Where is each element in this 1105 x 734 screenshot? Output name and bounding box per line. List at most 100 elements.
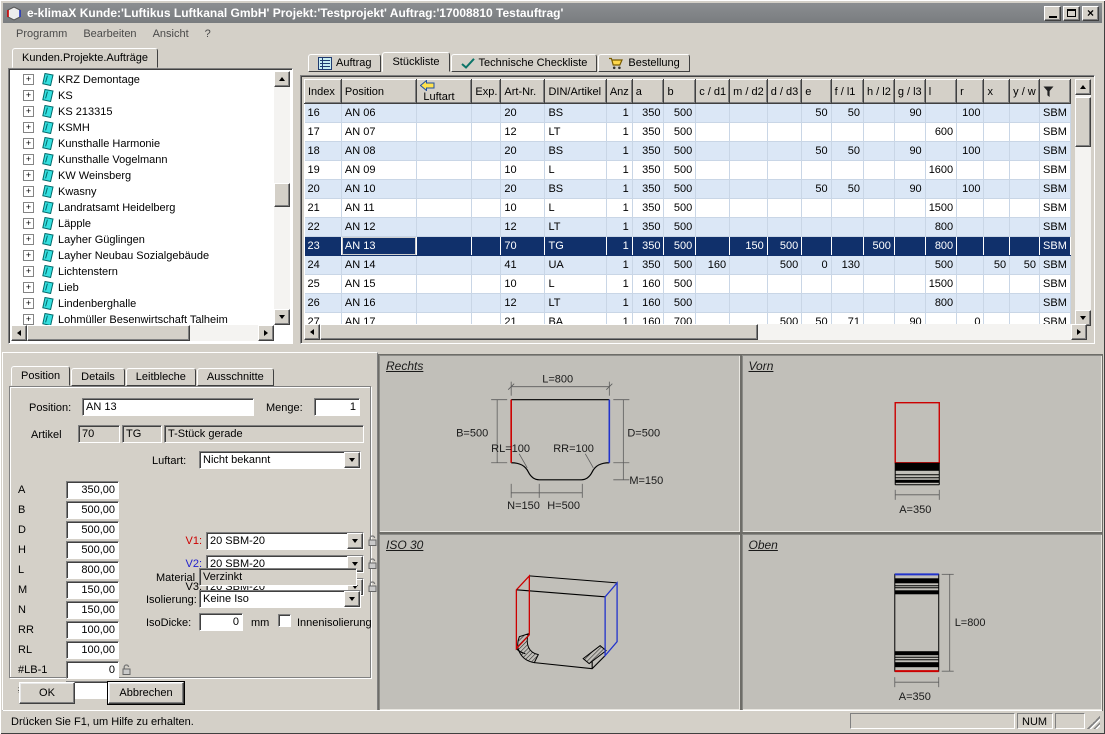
dim-input-l[interactable]: 800,00 xyxy=(66,561,119,579)
column-header-d / d3[interactable]: d / d3 xyxy=(767,80,802,104)
table-row-an-10[interactable]: 20AN 1020BS1350500505090100SBM xyxy=(305,180,1071,199)
resize-grip[interactable] xyxy=(1087,716,1100,729)
column-header-f / l1[interactable]: f / l1 xyxy=(831,80,863,104)
table-row-an-09[interactable]: 19AN 0910L13505001600SBM xyxy=(305,161,1071,180)
tree-item[interactable]: +Kunsthalle Vogelmann xyxy=(11,151,274,167)
expand-plus-icon[interactable]: + xyxy=(23,282,34,293)
tab-stückliste[interactable]: Stückliste xyxy=(382,52,449,72)
column-header-h / l2[interactable]: h / l2 xyxy=(863,80,894,104)
parts-list-table[interactable]: IndexPositionLuftartExp.Art-Nr.DIN/Artik… xyxy=(304,79,1071,326)
expand-plus-icon[interactable]: + xyxy=(23,234,34,245)
column-header-Exp.[interactable]: Exp. xyxy=(472,80,501,104)
table-row-an-07[interactable]: 17AN 0712LT1350500600SBM xyxy=(305,123,1071,142)
tree-item[interactable]: +Layher Güglingen xyxy=(11,231,274,247)
expand-plus-icon[interactable]: + xyxy=(23,74,34,85)
form-tab-leitbleche[interactable]: Leitbleche xyxy=(126,368,196,386)
tree-item[interactable]: +Lieb xyxy=(11,279,274,295)
expand-plus-icon[interactable]: + xyxy=(23,266,34,277)
tab-technische-checkliste[interactable]: Technische Checkliste xyxy=(451,54,598,72)
dim-input-m[interactable]: 150,00 xyxy=(66,581,119,599)
tab-bestellung[interactable]: Bestellung xyxy=(598,54,689,72)
scroll-up-button[interactable] xyxy=(1075,79,1091,95)
tree-item[interactable]: +Landratsamt Heidelberg xyxy=(11,199,274,215)
close-button[interactable]: × xyxy=(1082,6,1099,21)
column-header-x[interactable]: x xyxy=(984,80,1010,104)
menge-input[interactable]: 1 xyxy=(314,398,360,416)
luftart-combobox[interactable]: Nicht bekannt xyxy=(199,451,361,469)
table-row-an-06[interactable]: 16AN 0620BS1350500505090100SBM xyxy=(305,104,1071,123)
scroll-up-button[interactable] xyxy=(274,71,290,87)
tree-horizontal-scrollbar[interactable] xyxy=(11,325,274,341)
column-header-l[interactable]: l xyxy=(925,80,956,104)
chevron-down-icon[interactable] xyxy=(344,591,360,607)
tree-item[interactable]: +Layher Neubau Sozialgebäude xyxy=(11,247,274,263)
tab-kunden-projekte-auftraege[interactable]: Kunden.Projekte.Aufträge xyxy=(12,48,158,68)
expand-plus-icon[interactable]: + xyxy=(23,170,34,181)
isolierung-combobox[interactable]: Keine Iso xyxy=(199,590,361,608)
column-header-c / d1[interactable]: c / d1 xyxy=(696,80,730,104)
column-header-y / w[interactable]: y / w xyxy=(1010,80,1040,104)
column-header-DIN/Artikel[interactable]: DIN/Artikel xyxy=(545,80,606,104)
scrollbar-thumb[interactable] xyxy=(274,183,290,207)
tree-item[interactable]: +Lindenberghalle xyxy=(11,295,274,311)
column-header-Index[interactable]: Index xyxy=(305,80,342,104)
column-header-b[interactable]: b xyxy=(664,80,696,104)
tree-item[interactable]: +KRZ Demontage xyxy=(11,71,274,87)
isodicke-input[interactable]: 0 xyxy=(199,613,243,631)
table-row-an-12[interactable]: 22AN 1212LT1350500800SBM xyxy=(305,218,1071,237)
expand-plus-icon[interactable]: + xyxy=(23,218,34,229)
position-input[interactable]: AN 13 xyxy=(82,398,254,416)
menu-item-programm[interactable]: Programm xyxy=(8,26,75,42)
scroll-left-button[interactable] xyxy=(304,324,320,340)
expand-plus-icon[interactable]: + xyxy=(23,138,34,149)
scrollbar-thumb[interactable] xyxy=(320,324,758,340)
dim-input-n[interactable]: 150,00 xyxy=(66,601,119,619)
expand-plus-icon[interactable]: + xyxy=(23,250,34,261)
v-combobox-v1[interactable]: 20 SBM-20 xyxy=(206,532,364,550)
expand-plus-icon[interactable]: + xyxy=(23,106,34,117)
table-horizontal-scrollbar[interactable] xyxy=(304,324,1087,340)
column-header-Luftart[interactable]: Luftart xyxy=(417,80,472,104)
form-tab-position[interactable]: Position xyxy=(11,366,70,386)
ok-button[interactable]: OK xyxy=(19,682,75,704)
column-header-Position[interactable]: Position xyxy=(341,80,416,104)
column-header-m / d2[interactable]: m / d2 xyxy=(730,80,768,104)
tree-item[interactable]: +Lohmüller Besenwirtschaft Talheim xyxy=(11,311,274,325)
chevron-down-icon[interactable] xyxy=(347,533,363,549)
column-header-a[interactable]: a xyxy=(632,80,664,104)
dim-input-lb-1[interactable]: 0 xyxy=(66,661,119,679)
form-tab-ausschnitte[interactable]: Ausschnitte xyxy=(197,368,274,386)
table-row-an-13[interactable]: 23AN 1370TG1350500150500500800SBM xyxy=(305,237,1071,256)
table-row-an-16[interactable]: 26AN 1612LT1160500800SBM xyxy=(305,294,1071,313)
minimize-button[interactable] xyxy=(1044,6,1061,21)
expand-plus-icon[interactable]: + xyxy=(23,298,34,309)
table-row-an-15[interactable]: 25AN 1510L11605001500SBM xyxy=(305,275,1071,294)
expand-plus-icon[interactable]: + xyxy=(23,202,34,213)
dim-input-rl[interactable]: 100,00 xyxy=(66,641,119,659)
column-header-Anz[interactable]: Anz xyxy=(606,80,632,104)
column-header-filter[interactable] xyxy=(1040,80,1071,104)
expand-plus-icon[interactable]: + xyxy=(23,122,34,133)
table-row-an-08[interactable]: 18AN 0820BS1350500505090100SBM xyxy=(305,142,1071,161)
chevron-down-icon[interactable] xyxy=(344,452,360,468)
form-tab-details[interactable]: Details xyxy=(71,368,125,386)
dim-input-a[interactable]: 350,00 xyxy=(66,481,119,499)
table-row-an-14[interactable]: 24AN 1441UA135050016050001305005050SBM xyxy=(305,256,1071,275)
expand-plus-icon[interactable]: + xyxy=(23,154,34,165)
dim-input-b[interactable]: 500,00 xyxy=(66,501,119,519)
tree-item[interactable]: +Kwasny xyxy=(11,183,274,199)
scrollbar-thumb[interactable] xyxy=(1075,97,1091,147)
scroll-left-button[interactable] xyxy=(11,325,27,341)
menu-item-ansicht[interactable]: Ansicht xyxy=(145,26,197,42)
tree-item[interactable]: +Kunsthalle Harmonie xyxy=(11,135,274,151)
scrollbar-thumb[interactable] xyxy=(27,325,190,341)
tree-item[interactable]: +Läpple xyxy=(11,215,274,231)
table-row-an-11[interactable]: 21AN 1110L13505001500SBM xyxy=(305,199,1071,218)
dim-input-h[interactable]: 500,00 xyxy=(66,541,119,559)
tree-item[interactable]: +KS xyxy=(11,87,274,103)
dim-input-rr[interactable]: 100,00 xyxy=(66,621,119,639)
tree-item[interactable]: +KW Weinsberg xyxy=(11,167,274,183)
scroll-right-button[interactable] xyxy=(258,325,274,341)
column-header-Art-Nr.[interactable]: Art-Nr. xyxy=(501,80,545,104)
expand-plus-icon[interactable]: + xyxy=(23,314,34,325)
